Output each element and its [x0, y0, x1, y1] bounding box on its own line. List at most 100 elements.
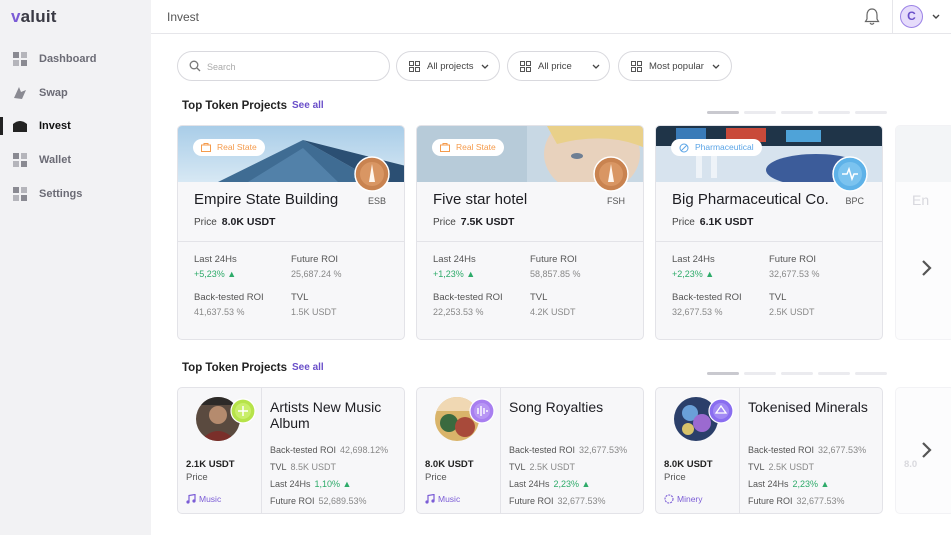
stat-value-positive: +2,23% ▲ — [672, 269, 715, 279]
stat-row: Last 24Hs 1,10% ▲ — [270, 479, 352, 489]
price: Price 8.0K USDT — [194, 216, 276, 228]
grid-icon — [631, 61, 642, 72]
project-name: Artists New Music Album — [270, 399, 382, 431]
see-all-link[interactable]: See all — [292, 362, 324, 373]
card-summary: 8.0K USDT Price Minery — [656, 388, 740, 513]
wallet-icon — [13, 153, 27, 167]
sidebar-item-invest[interactable]: Invest — [0, 112, 151, 140]
project-card[interactable]: Pharmaceutical Big Pharmaceutical Co. BP… — [655, 125, 883, 340]
stat-label: Future ROI — [530, 254, 577, 265]
stat-row: Future ROI 32,677.53% — [748, 496, 845, 506]
stat-label: Back-tested ROI — [672, 292, 742, 303]
grid-icon — [520, 61, 531, 72]
header-divider — [892, 0, 893, 34]
token-coin-icon — [230, 398, 256, 424]
app-logo[interactable]: valuit — [11, 7, 57, 27]
stat-value-positive: +1,23% ▲ — [433, 269, 476, 279]
bell-icon[interactable] — [864, 8, 880, 26]
project-image — [896, 126, 951, 182]
project-card[interactable]: 2.1K USDT Price Music Artists New Music … — [177, 387, 405, 514]
stat-value: 1.5K USDT — [291, 307, 337, 317]
sort-dropdown[interactable]: Most popular — [618, 51, 732, 81]
token-coin-icon — [593, 156, 629, 192]
category-tag: Pharmaceutical — [671, 139, 762, 156]
price-value: 8.0K USDT — [425, 459, 474, 470]
sidebar: valuit Dashboard Swap Invest Wallet Sett… — [0, 0, 151, 535]
project-card[interactable]: 8.0K USDT Price Minery Tokenised Mineral… — [655, 387, 883, 514]
category-tag: Music — [425, 493, 460, 504]
dashboard-icon — [13, 52, 27, 66]
project-card[interactable]: Real State Five star hotel FSH Price 7.5K… — [416, 125, 644, 340]
carousel-indicator[interactable] — [707, 372, 887, 375]
category-tag: Music — [186, 493, 221, 504]
chevron-right-icon[interactable] — [917, 440, 937, 460]
divider — [178, 241, 404, 242]
stat-row: TVL 8.5K USDT — [270, 462, 337, 472]
price-value: 8.0K USDT — [664, 459, 713, 470]
price-filter-dropdown[interactable]: All price — [507, 51, 610, 81]
project-name: Empire State Building — [194, 191, 339, 208]
stat-row: Back-tested ROI 32,677.53% — [509, 445, 628, 455]
stat-value-positive: +5,23% ▲ — [194, 269, 237, 279]
projects-filter-dropdown[interactable]: All projects — [396, 51, 500, 81]
sidebar-item-dashboard[interactable]: Dashboard — [0, 45, 151, 73]
sidebar-item-settings[interactable]: Settings — [0, 180, 151, 208]
sidebar-item-label: Dashboard — [39, 53, 97, 65]
invest-icon — [13, 121, 27, 132]
stat-label: Back-tested ROI — [194, 292, 264, 303]
category-tag: Real State — [193, 139, 265, 156]
stat-row: TVL 2.5K USDT — [748, 462, 815, 472]
price: Price 7.5K USDT — [433, 216, 515, 228]
stat-label: TVL — [530, 292, 548, 303]
music-icon — [425, 493, 435, 504]
project-name: Big Pharmaceutical Co. — [672, 191, 829, 208]
chevron-down-icon[interactable] — [931, 12, 941, 22]
sidebar-item-label: Swap — [39, 87, 68, 99]
token-coin-icon — [469, 398, 495, 424]
grid-icon — [409, 61, 420, 72]
stat-row: Last 24Hs 2,23% ▲ — [509, 479, 591, 489]
stat-row: Back-tested ROI 42,698.12% — [270, 445, 389, 455]
token-coin-icon — [832, 156, 868, 192]
search-input[interactable] — [207, 59, 377, 74]
stat-label: Future ROI — [291, 254, 338, 265]
pill-icon — [679, 143, 689, 153]
stat-value: 41,637.53 % — [194, 307, 245, 317]
stat-row: Future ROI 52,689.53% — [270, 496, 367, 506]
see-all-link[interactable]: See all — [292, 100, 324, 111]
sidebar-item-wallet[interactable]: Wallet — [0, 146, 151, 174]
sidebar-item-label: Settings — [39, 188, 83, 200]
price-label: Price — [186, 472, 208, 483]
project-card-partial[interactable]: En — [895, 125, 951, 340]
search-icon — [189, 60, 201, 72]
stat-label: Last 24Hs — [433, 254, 476, 265]
filter-label: All projects — [427, 61, 474, 72]
price-label: Price — [425, 472, 447, 483]
stat-value: 4.2K USDT — [530, 307, 576, 317]
stat-value: 2.5K USDT — [769, 307, 815, 317]
carousel-indicator[interactable] — [707, 111, 887, 114]
stat-label: Last 24Hs — [194, 254, 237, 265]
building-icon — [201, 143, 211, 152]
sidebar-item-label: Wallet — [39, 154, 71, 166]
avatar[interactable]: C — [900, 5, 923, 28]
search-box[interactable] — [177, 51, 390, 81]
project-card[interactable]: 8.0K USDT Price Music Song Royalties Bac… — [416, 387, 644, 514]
filter-label: All price — [538, 61, 572, 72]
section-title: Top Token Projects — [182, 100, 288, 112]
stat-row: Back-tested ROI 32,677.53% — [748, 445, 867, 455]
sidebar-item-swap[interactable]: Swap — [0, 79, 151, 107]
stat-label: Back-tested ROI — [433, 292, 503, 303]
stat-value: 25,687.24 % — [291, 269, 342, 279]
price-value: 2.1K USDT — [186, 459, 235, 470]
project-card[interactable]: Real State Empire State Building ESB Pri… — [177, 125, 405, 340]
stat-label: TVL — [291, 292, 309, 303]
chevron-down-icon — [481, 64, 489, 69]
sidebar-item-label: Invest — [39, 120, 71, 132]
chevron-right-icon[interactable] — [917, 258, 937, 278]
stat-label: Future ROI — [769, 254, 816, 265]
card-summary: 8.0K USDT Price Music — [417, 388, 501, 513]
stat-row: Last 24Hs 2,23% ▲ — [748, 479, 830, 489]
section-title: Top Token Projects — [182, 362, 288, 374]
category-tag: Minery — [664, 494, 703, 504]
